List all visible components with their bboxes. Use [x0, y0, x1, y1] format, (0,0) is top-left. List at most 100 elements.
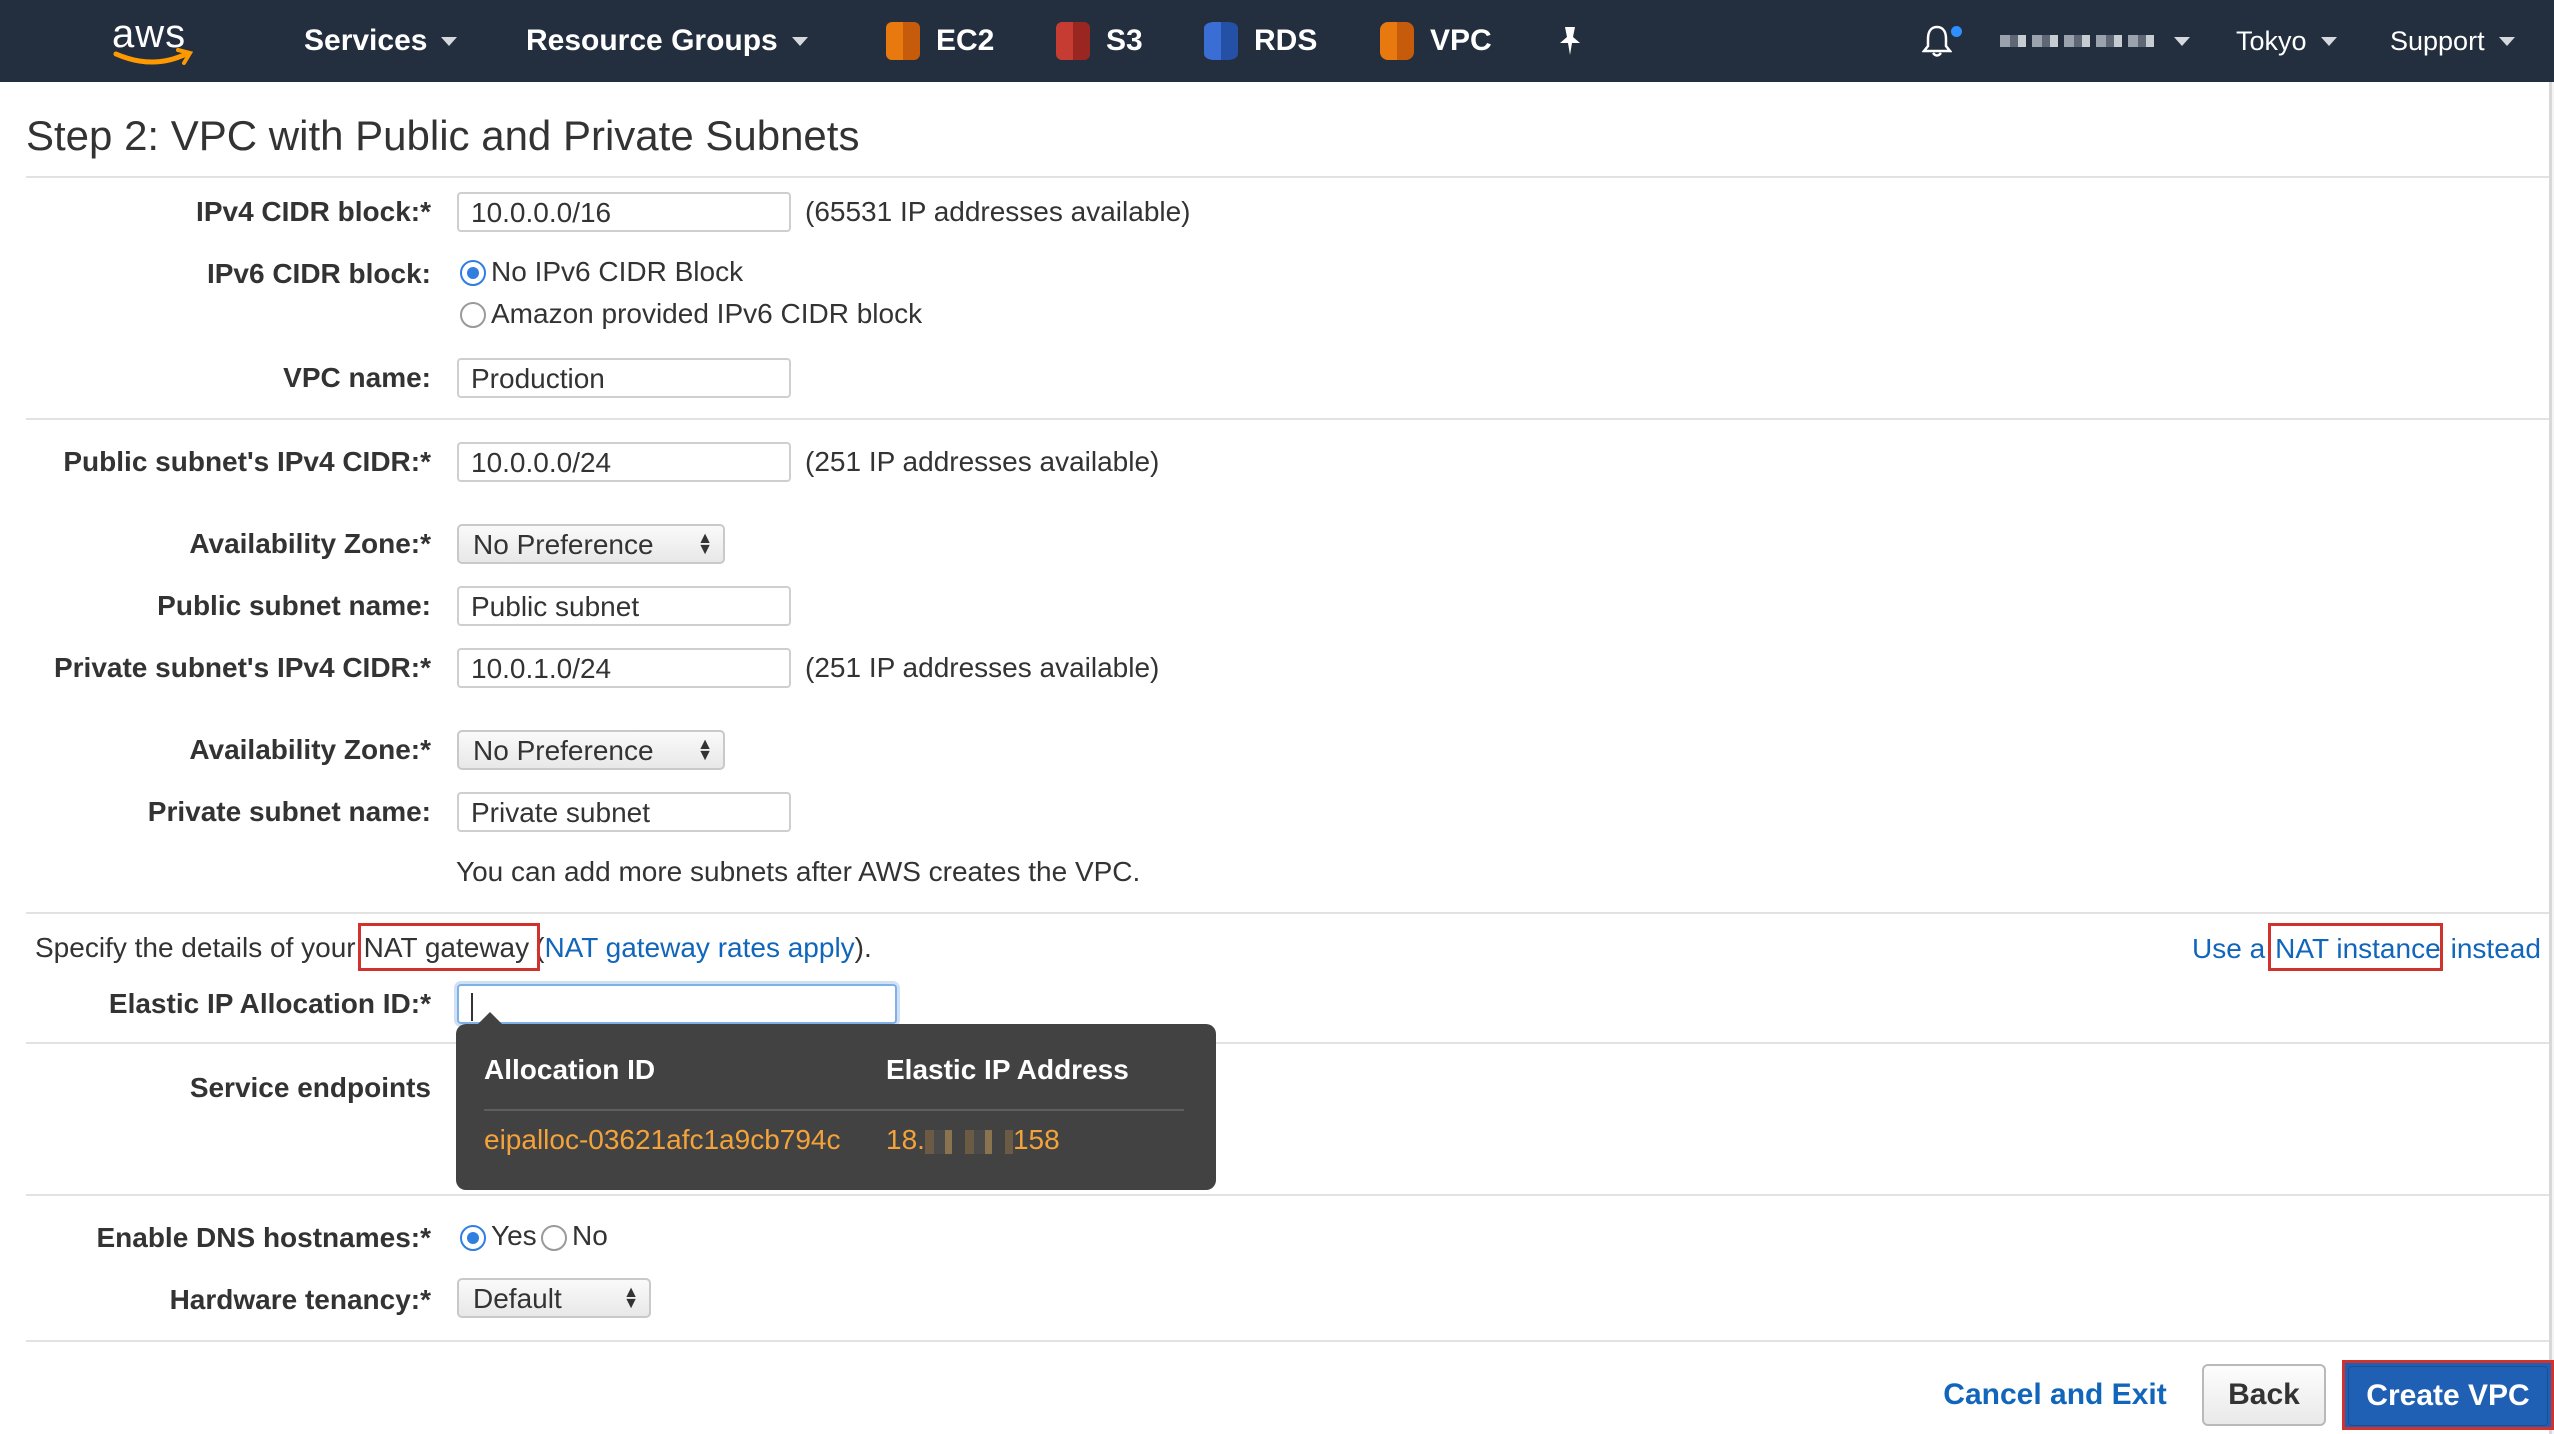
- shortcut-ec2[interactable]: EC2: [886, 0, 994, 82]
- divider: [26, 176, 2549, 178]
- select-arrows-icon: ▲ ▼: [623, 1284, 639, 1312]
- ip-prefix: 18.: [886, 1124, 925, 1155]
- aws-logo[interactable]: aws: [108, 10, 198, 72]
- ipv6-cidr-label: IPv6 CIDR block:: [206, 258, 431, 289]
- use-a-text: Use a: [2192, 933, 2266, 964]
- dns-yes-radio[interactable]: [460, 1225, 486, 1251]
- elastic-ip-address-header: Elastic IP Address: [886, 1054, 1129, 1085]
- ipv6-amazon-radio[interactable]: [460, 302, 486, 328]
- services-menu-label: Services: [304, 24, 428, 57]
- bell-icon: [1921, 25, 1953, 57]
- private-az-select[interactable]: No Preference ▲ ▼: [457, 730, 725, 770]
- ipv6-none-radio[interactable]: [460, 260, 486, 286]
- public-subnet-name-input[interactable]: Public subnet: [457, 586, 791, 626]
- account-menu-toggle[interactable]: [2160, 0, 2190, 82]
- private-subnet-cidr-input[interactable]: 10.0.1.0/24: [457, 648, 791, 688]
- rds-icon: [1204, 22, 1238, 60]
- shortcut-rds[interactable]: RDS: [1204, 0, 1317, 82]
- chevron-down-icon: [2174, 36, 2190, 46]
- private-subnet-name-input[interactable]: Private subnet: [457, 792, 791, 832]
- vpc-name-input[interactable]: Production: [457, 358, 791, 398]
- instead-text: instead: [2450, 933, 2541, 964]
- public-subnet-name-label: Public subnet name:: [157, 590, 431, 621]
- services-menu[interactable]: Services: [304, 0, 458, 82]
- support-menu[interactable]: Support: [2390, 0, 2515, 82]
- text-cursor: [471, 992, 473, 1021]
- private-subnet-name-label: Private subnet name:: [147, 796, 431, 827]
- shortcut-vpc[interactable]: VPC: [1380, 0, 1492, 82]
- account-name-redacted[interactable]: [2000, 35, 2160, 47]
- suggestion-allocation-id[interactable]: eipalloc-03621afc1a9cb794c: [484, 1124, 841, 1156]
- ipv4-cidr-help: (65531 IP addresses available): [805, 196, 1191, 227]
- shortcut-rds-label: RDS: [1254, 24, 1318, 57]
- resource-groups-menu[interactable]: Resource Groups: [526, 0, 808, 82]
- cancel-and-exit-button[interactable]: Cancel and Exit: [1940, 1370, 2170, 1420]
- shortcut-vpc-label: VPC: [1430, 24, 1492, 57]
- nat-gateway-rates-link[interactable]: NAT gateway rates apply: [544, 932, 854, 963]
- nat-instance-highlight: [2268, 923, 2443, 971]
- private-subnet-cidr-help: (251 IP addresses available): [805, 652, 1160, 683]
- wizard-panel: Step 2: VPC with Public and Private Subn…: [0, 82, 2552, 1434]
- elastic-ip-suggestions-popup: Allocation ID Elastic IP Address eipallo…: [456, 1012, 1216, 1190]
- ipv6-none-label: No IPv6 CIDR Block: [491, 256, 744, 287]
- public-az-label: Availability Zone:*: [189, 528, 431, 559]
- allocation-id-header: Allocation ID: [484, 1054, 656, 1085]
- pin-icon: [1560, 27, 1580, 55]
- divider: [26, 418, 2549, 420]
- ipv6-amazon-label: Amazon provided IPv6 CIDR block: [491, 298, 923, 329]
- private-az-label: Availability Zone:*: [189, 734, 431, 765]
- page-title: Step 2: VPC with Public and Private Subn…: [26, 112, 860, 159]
- service-endpoints-label: Service endpoints: [189, 1072, 431, 1103]
- chevron-down-icon: [791, 36, 808, 46]
- suggestion-ip-address[interactable]: 18. 158: [886, 1124, 1060, 1156]
- resource-groups-label: Resource Groups: [526, 24, 778, 57]
- public-subnet-cidr-help: (251 IP addresses available): [805, 446, 1160, 477]
- nat-prefix-text: Specify the details of your: [35, 932, 356, 963]
- dns-no-radio[interactable]: [541, 1225, 567, 1251]
- chevron-down-icon: [441, 36, 458, 46]
- elastic-ip-input[interactable]: [457, 984, 897, 1024]
- nat-gateway-highlight: [358, 923, 540, 971]
- hardware-tenancy-label: Hardware tenancy:*: [169, 1284, 431, 1315]
- divider: [26, 912, 2549, 914]
- notifications-button[interactable]: [1921, 24, 1962, 58]
- hardware-tenancy-select[interactable]: Default ▲ ▼: [457, 1278, 651, 1318]
- public-az-select[interactable]: No Preference ▲ ▼: [457, 524, 725, 564]
- support-label: Support: [2390, 25, 2485, 56]
- elastic-ip-label: Elastic IP Allocation ID:*: [108, 988, 431, 1019]
- ip-suffix: 158: [1012, 1124, 1060, 1155]
- dns-no-label: No: [572, 1220, 608, 1251]
- ip-redacted-block: [924, 1129, 1013, 1154]
- shortcut-s3-label: S3: [1106, 24, 1143, 57]
- dns-hostnames-label: Enable DNS hostnames:*: [96, 1222, 431, 1253]
- public-az-value: No Preference: [473, 529, 654, 560]
- divider: [26, 1340, 2549, 1342]
- public-subnet-cidr-input[interactable]: 10.0.0.0/24: [457, 442, 791, 482]
- nat-close-text: ).: [854, 932, 872, 963]
- notification-dot: [1951, 26, 1962, 37]
- select-arrows-icon: ▲ ▼: [697, 530, 713, 558]
- region-label: Tokyo: [2236, 25, 2307, 56]
- create-vpc-button[interactable]: Create VPC: [2342, 1360, 2554, 1430]
- dns-yes-label: Yes: [491, 1220, 537, 1251]
- chevron-down-icon: [2320, 36, 2337, 46]
- shortcut-s3[interactable]: S3: [1056, 0, 1143, 82]
- popup-divider: [484, 1109, 1184, 1111]
- divider: [26, 1194, 2549, 1196]
- select-arrows-icon: ▲ ▼: [697, 736, 713, 764]
- chevron-down-icon: [2498, 36, 2515, 46]
- vpc-name-label: VPC name:: [283, 362, 431, 393]
- ec2-icon: [886, 22, 920, 60]
- create-vpc-label: Create VPC: [2348, 1366, 2548, 1426]
- back-button[interactable]: Back: [2202, 1364, 2326, 1426]
- pin-shortcut-button[interactable]: [1556, 0, 1584, 82]
- shortcut-ec2-label: EC2: [936, 24, 995, 57]
- private-subnet-cidr-label: Private subnet's IPv4 CIDR:*: [53, 652, 431, 683]
- ipv4-cidr-input[interactable]: 10.0.0.0/16: [457, 192, 791, 232]
- divider: [26, 1042, 2549, 1044]
- region-menu[interactable]: Tokyo: [2236, 0, 2337, 82]
- top-navigation-bar: aws Services Resource Groups EC2 S3 RDS …: [0, 0, 2554, 82]
- s3-icon: [1056, 22, 1090, 60]
- public-subnet-cidr-label: Public subnet's IPv4 CIDR:*: [63, 446, 431, 477]
- ipv4-cidr-label: IPv4 CIDR block:*: [196, 196, 431, 227]
